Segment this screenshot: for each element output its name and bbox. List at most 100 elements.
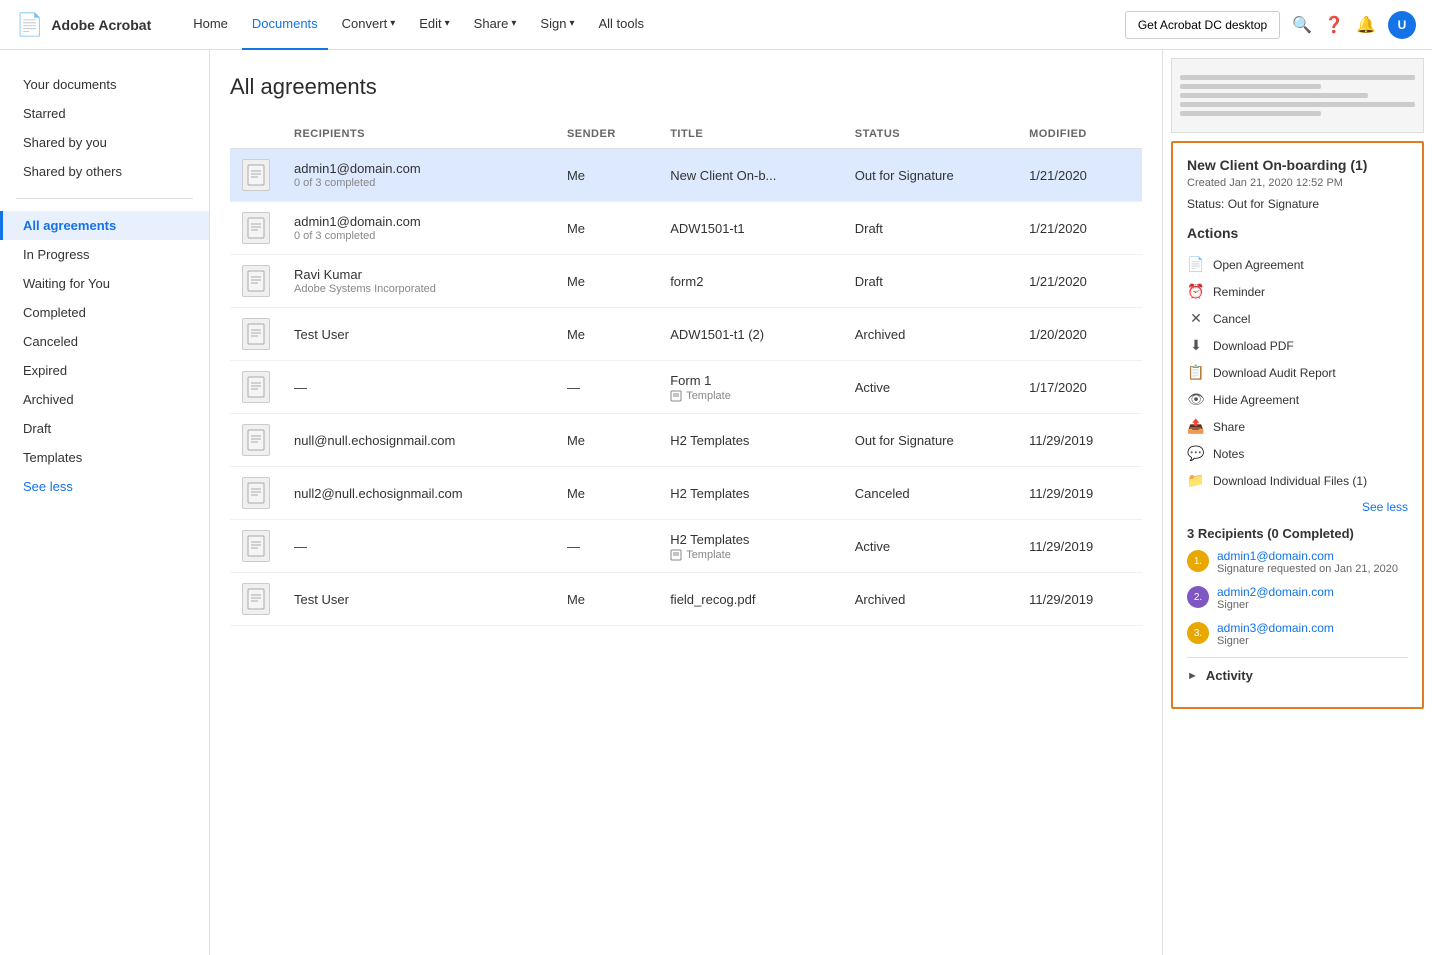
status-cell: Draft [843, 202, 1017, 255]
thumbnail-content [1172, 67, 1423, 124]
title-name: form2 [670, 274, 831, 289]
table-row[interactable]: Test UserMefield_recog.pdfArchived11/29/… [230, 573, 1142, 626]
sidebar-item-in-progress[interactable]: In Progress [0, 240, 209, 269]
modified-cell: 1/20/2020 [1017, 308, 1142, 361]
action-item-0[interactable]: 📄Open Agreement [1187, 251, 1408, 278]
table-row[interactable]: null2@null.echosignmail.comMeH2 Template… [230, 467, 1142, 520]
recipient-name: admin1@domain.com [294, 214, 543, 229]
action-item-2[interactable]: ✕Cancel [1187, 305, 1408, 332]
col-status[interactable]: STATUS [843, 120, 1017, 149]
doc-icon [242, 583, 270, 615]
sidebar-item-shared-by-others[interactable]: Shared by others [0, 157, 209, 186]
modified-cell: 1/21/2020 [1017, 202, 1142, 255]
status-cell: Out for Signature [843, 149, 1017, 202]
action-item-1[interactable]: ⏰Reminder [1187, 278, 1408, 305]
nav-items: Home Documents Convert▾ Edit▾ Share▾ Sig… [183, 0, 1101, 50]
action-item-4[interactable]: 📋Download Audit Report [1187, 359, 1408, 386]
doc-icon-cell [230, 149, 282, 202]
sidebar-item-templates[interactable]: Templates [0, 443, 209, 472]
col-recipients[interactable]: RECIPIENTS [282, 120, 555, 149]
sidebar-item-starred[interactable]: Starred [0, 99, 209, 128]
action-item-6[interactable]: 📤Share [1187, 413, 1408, 440]
nav-edit[interactable]: Edit▾ [409, 0, 459, 50]
avatar[interactable]: U [1388, 11, 1416, 39]
activity-label: Activity [1206, 668, 1253, 683]
col-modified[interactable]: MODIFIED [1017, 120, 1142, 149]
sidebar-item-waiting-for-you[interactable]: Waiting for You [0, 269, 209, 298]
sidebar-item-your-documents[interactable]: Your documents [0, 70, 209, 99]
sidebar-item-draft[interactable]: Draft [0, 414, 209, 443]
sidebar: Your documents Starred Shared by you Sha… [0, 50, 210, 955]
table-row[interactable]: ——Form 1 TemplateActive1/17/2020 [230, 361, 1142, 414]
action-icon-1: ⏰ [1187, 283, 1205, 300]
col-sender[interactable]: SENDER [555, 120, 658, 149]
recipient-cell: — [282, 361, 555, 414]
nav-home[interactable]: Home [183, 0, 238, 50]
table-row[interactable]: admin1@domain.com0 of 3 completedMeNew C… [230, 149, 1142, 202]
edit-chevron-icon: ▾ [445, 18, 450, 29]
doc-icon [242, 212, 270, 244]
action-item-5[interactable]: 👁Hide Agreement [1187, 386, 1408, 413]
title-name: ADW1501-t1 [670, 221, 831, 236]
action-label-5: Hide Agreement [1213, 393, 1299, 407]
action-item-7[interactable]: 💬Notes [1187, 440, 1408, 467]
title-cell: H2 Templates Template [658, 520, 843, 573]
col-title[interactable]: TITLE [658, 120, 843, 149]
sidebar-item-archived[interactable]: Archived [0, 385, 209, 414]
search-icon[interactable]: 🔍 [1292, 15, 1312, 35]
table-row[interactable]: admin1@domain.com0 of 3 completedMeADW15… [230, 202, 1142, 255]
table-row[interactable]: Test UserMeADW1501-t1 (2)Archived1/20/20… [230, 308, 1142, 361]
sidebar-item-see-less[interactable]: See less [0, 472, 209, 501]
actions-list: 📄Open Agreement⏰Reminder✕Cancel⬇Download… [1187, 251, 1408, 494]
see-less-link[interactable]: See less [1187, 500, 1408, 514]
action-icon-3: ⬇ [1187, 337, 1205, 354]
adobe-logo-icon: 📄 [16, 12, 43, 38]
logo[interactable]: 📄 Adobe Acrobat [16, 12, 151, 38]
recipient-email-1[interactable]: admin2@domain.com [1217, 585, 1334, 599]
action-item-8[interactable]: 📁Download Individual Files (1) [1187, 467, 1408, 494]
table-row[interactable]: Ravi KumarAdobe Systems IncorporatedMefo… [230, 255, 1142, 308]
recipient-info-0: admin1@domain.com Signature requested on… [1217, 549, 1398, 575]
table-row[interactable]: ——H2 Templates TemplateActive11/29/2019 [230, 520, 1142, 573]
recipient-email-2[interactable]: admin3@domain.com [1217, 621, 1334, 635]
action-icon-8: 📁 [1187, 472, 1205, 489]
detail-created: Created Jan 21, 2020 12:52 PM [1187, 177, 1408, 189]
recipient-role-0: Signature requested on Jan 21, 2020 [1217, 563, 1398, 575]
detail-status-row: Status: Out for Signature [1187, 197, 1408, 211]
main-layout: Your documents Starred Shared by you Sha… [0, 50, 1432, 955]
nav-documents[interactable]: Documents [242, 0, 328, 50]
doc-icon [242, 318, 270, 350]
sidebar-item-canceled[interactable]: Canceled [0, 327, 209, 356]
detail-title: New Client On-boarding (1) [1187, 157, 1408, 173]
recipient-avatar-2: 3. [1187, 622, 1209, 644]
sidebar-item-shared-by-you[interactable]: Shared by you [0, 128, 209, 157]
sidebar-item-all-agreements[interactable]: All agreements [0, 211, 209, 240]
modified-cell: 1/21/2020 [1017, 255, 1142, 308]
nav-convert[interactable]: Convert▾ [332, 0, 406, 50]
modified-cell: 11/29/2019 [1017, 573, 1142, 626]
doc-icon [242, 530, 270, 562]
nav-all-tools[interactable]: All tools [588, 0, 654, 50]
action-label-2: Cancel [1213, 312, 1250, 326]
title-cell: form2 [658, 255, 843, 308]
action-item-3[interactable]: ⬇Download PDF [1187, 332, 1408, 359]
title-name: field_recog.pdf [670, 592, 831, 607]
help-icon[interactable]: ❓ [1324, 15, 1344, 35]
sender-cell: — [555, 520, 658, 573]
recipient-name: admin1@domain.com [294, 161, 543, 176]
nav-share[interactable]: Share▾ [464, 0, 527, 50]
notification-icon[interactable]: 🔔 [1356, 15, 1376, 35]
status-label: Status: [1187, 197, 1224, 211]
action-label-4: Download Audit Report [1213, 366, 1336, 380]
nav-sign[interactable]: Sign▾ [530, 0, 584, 50]
convert-chevron-icon: ▾ [390, 18, 395, 29]
recipient-email-0[interactable]: admin1@domain.com [1217, 549, 1398, 563]
get-desktop-button[interactable]: Get Acrobat DC desktop [1125, 11, 1280, 39]
action-label-7: Notes [1213, 447, 1244, 461]
doc-icon-cell [230, 361, 282, 414]
sidebar-item-completed[interactable]: Completed [0, 298, 209, 327]
activity-row[interactable]: ► Activity [1187, 657, 1408, 693]
recipient-avatar-0: 1. [1187, 550, 1209, 572]
sidebar-item-expired[interactable]: Expired [0, 356, 209, 385]
table-row[interactable]: null@null.echosignmail.comMeH2 Templates… [230, 414, 1142, 467]
